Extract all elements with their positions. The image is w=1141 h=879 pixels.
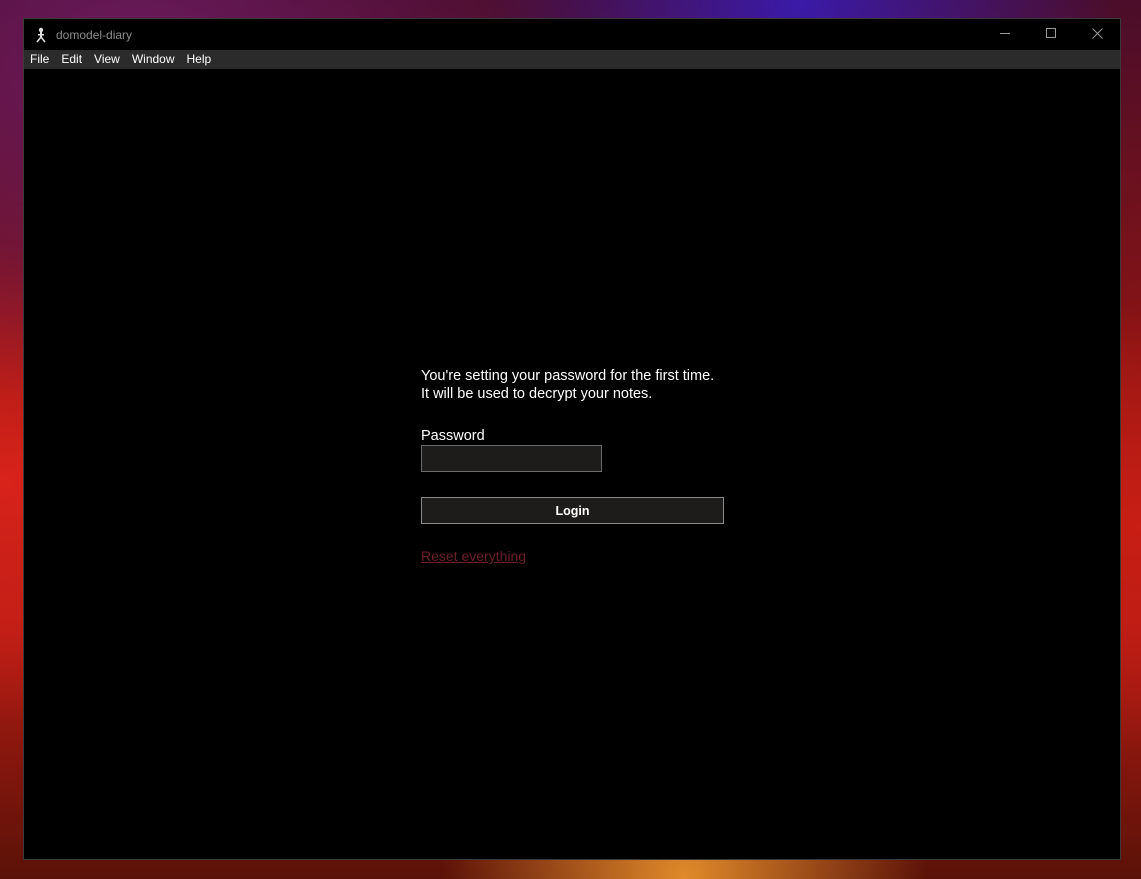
maximize-icon bbox=[1045, 26, 1057, 44]
menu-edit[interactable]: Edit bbox=[55, 50, 88, 69]
main-content: You're setting your password for the fir… bbox=[24, 69, 1120, 859]
menu-bar: File Edit View Window Help bbox=[24, 50, 1120, 69]
minimize-icon bbox=[999, 26, 1011, 44]
reset-everything-link[interactable]: Reset everything bbox=[421, 548, 526, 564]
password-label: Password bbox=[421, 428, 485, 444]
menu-file[interactable]: File bbox=[24, 50, 55, 69]
close-icon bbox=[1091, 26, 1103, 44]
menu-window[interactable]: Window bbox=[126, 50, 181, 69]
login-panel: You're setting your password for the fir… bbox=[421, 367, 724, 566]
password-input[interactable] bbox=[421, 445, 602, 472]
intro-line-1: You're setting your password for the fir… bbox=[421, 368, 715, 384]
intro-line-2: It will be used to decrypt your notes. bbox=[421, 386, 653, 402]
title-bar[interactable]: domodel-diary bbox=[24, 19, 1120, 50]
window-controls bbox=[982, 19, 1120, 50]
menu-view[interactable]: View bbox=[88, 50, 126, 69]
close-button[interactable] bbox=[1074, 19, 1120, 50]
menu-help[interactable]: Help bbox=[181, 50, 218, 69]
app-window: domodel-diary File Edit View Window Help… bbox=[23, 18, 1121, 860]
app-icon bbox=[34, 27, 48, 43]
minimize-button[interactable] bbox=[982, 19, 1028, 50]
window-title: domodel-diary bbox=[56, 27, 133, 42]
intro-text: You're setting your password for the fir… bbox=[421, 367, 724, 403]
login-button[interactable]: Login bbox=[421, 497, 724, 524]
maximize-button[interactable] bbox=[1028, 19, 1074, 50]
